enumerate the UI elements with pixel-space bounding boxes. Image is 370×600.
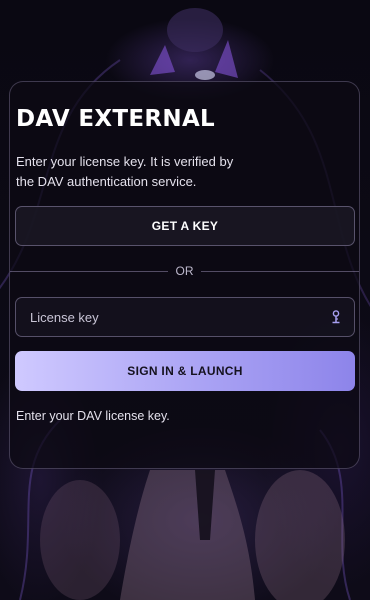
or-divider: OR: [10, 264, 359, 278]
get-key-button[interactable]: GET A KEY: [15, 206, 355, 246]
instructions-text: Enter your license key. It is verified b…: [16, 154, 234, 189]
license-key-field[interactable]: [15, 297, 355, 337]
key-icon: [330, 310, 342, 324]
divider-line-right: [201, 271, 359, 272]
app-title: DAV EXTERNAL: [16, 106, 215, 132]
status-message: Enter your DAV license key.: [16, 409, 170, 423]
login-card: DAV EXTERNAL Enter your license key. It …: [9, 81, 360, 469]
sign-in-launch-button[interactable]: SIGN IN & LAUNCH: [15, 351, 355, 391]
license-key-input[interactable]: [30, 298, 320, 336]
